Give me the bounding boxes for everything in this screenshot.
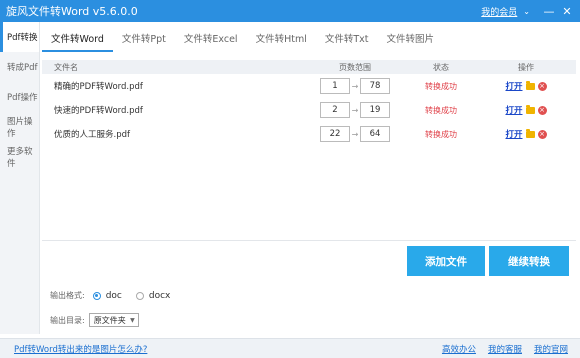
radio-docx-label[interactable]: docx bbox=[149, 291, 171, 301]
tab-bar: 文件转Word 文件转Ppt 文件转Excel 文件转Html 文件转Txt 文… bbox=[42, 30, 576, 52]
open-link[interactable]: 打开 bbox=[505, 80, 522, 92]
arrow-right-icon: → bbox=[351, 129, 359, 139]
radio-doc[interactable] bbox=[92, 291, 101, 300]
page-from-input[interactable]: 22 bbox=[320, 126, 350, 142]
status-text: 转换成功 bbox=[425, 105, 457, 115]
continue-convert-button[interactable]: 继续转换 bbox=[489, 246, 569, 276]
sidebar-item-image-ops[interactable]: 图片操作 bbox=[0, 112, 39, 142]
caret-down-icon: ▼ bbox=[130, 316, 135, 324]
title-bar: 旋风文件转Word v5.6.0.0 我的会员 ⌄ — ✕ bbox=[0, 0, 580, 22]
add-file-button[interactable]: 添加文件 bbox=[407, 246, 485, 276]
delete-icon[interactable]: × bbox=[537, 105, 547, 115]
delete-icon[interactable]: × bbox=[537, 129, 547, 139]
sidebar-item-pdf-ops[interactable]: Pdf操作 bbox=[0, 82, 39, 112]
page-range: 22 → 64 bbox=[304, 126, 406, 142]
row-actions: 打开 × bbox=[476, 128, 576, 140]
efficient-office-link[interactable]: 高效办公 bbox=[442, 343, 476, 355]
chevron-down-icon[interactable]: ⌄ bbox=[523, 7, 530, 16]
minimize-button[interactable]: — bbox=[540, 5, 558, 18]
open-link[interactable]: 打开 bbox=[505, 104, 522, 116]
row-actions: 打开 × bbox=[476, 80, 576, 92]
tab-to-image[interactable]: 文件转图片 bbox=[378, 30, 444, 52]
tab-to-word[interactable]: 文件转Word bbox=[42, 30, 113, 52]
open-link[interactable]: 打开 bbox=[505, 128, 522, 140]
page-to-input[interactable]: 64 bbox=[360, 126, 390, 142]
tab-to-txt[interactable]: 文件转Txt bbox=[316, 30, 378, 52]
page-to-input[interactable]: 78 bbox=[360, 78, 390, 94]
customer-service-link[interactable]: 我的客服 bbox=[488, 343, 522, 355]
radio-docx[interactable] bbox=[135, 291, 144, 300]
sidebar-item-to-pdf[interactable]: 转成Pdf bbox=[0, 52, 39, 82]
status-text: 转换成功 bbox=[425, 129, 457, 139]
file-table: 文件名 页数范围 状态 操作 精确的PDF转Word.pdf 1 → 78 转换… bbox=[42, 60, 576, 146]
output-dir-select[interactable]: 原文件夹 ▼ bbox=[88, 313, 139, 327]
tab-to-excel[interactable]: 文件转Excel bbox=[175, 30, 247, 52]
table-row: 精确的PDF转Word.pdf 1 → 78 转换成功 打开 × bbox=[42, 74, 576, 98]
folder-icon[interactable] bbox=[525, 128, 535, 138]
arrow-right-icon: → bbox=[351, 105, 359, 115]
app-title: 旋风文件转Word v5.6.0.0 bbox=[6, 5, 138, 18]
output-format-label: 输出格式: bbox=[50, 291, 85, 300]
output-dir-value: 原文件夹 bbox=[93, 315, 126, 325]
page-from-input[interactable]: 2 bbox=[320, 102, 350, 118]
sidebar: Pdf转换 转成Pdf Pdf操作 图片操作 更多软件 bbox=[0, 22, 40, 334]
page-from-input[interactable]: 1 bbox=[320, 78, 350, 94]
footer: Pdf转Word转出来的是图片怎么办? 高效办公 我的客服 我的官网 bbox=[0, 338, 580, 358]
page-range: 1 → 78 bbox=[304, 78, 406, 94]
folder-icon[interactable] bbox=[525, 80, 535, 90]
table-row: 优质的人工服务.pdf 22 → 64 转换成功 打开 × bbox=[42, 122, 576, 146]
close-button[interactable]: ✕ bbox=[558, 5, 576, 18]
header-filename: 文件名 bbox=[54, 62, 78, 72]
output-dir-label: 输出目录: bbox=[50, 315, 85, 325]
folder-icon[interactable] bbox=[525, 104, 535, 114]
file-name: 精确的PDF转Word.pdf bbox=[54, 82, 143, 92]
output-format: 输出格式: doc docx bbox=[50, 290, 176, 301]
status-text: 转换成功 bbox=[425, 81, 457, 91]
file-name: 优质的人工服务.pdf bbox=[54, 130, 130, 140]
page-range: 2 → 19 bbox=[304, 102, 406, 118]
tab-to-html[interactable]: 文件转Html bbox=[247, 30, 316, 52]
sidebar-item-pdf-convert[interactable]: Pdf转换 bbox=[0, 22, 39, 52]
tab-to-ppt[interactable]: 文件转Ppt bbox=[113, 30, 175, 52]
help-question-link[interactable]: Pdf转Word转出来的是图片怎么办? bbox=[14, 343, 442, 355]
table-header: 文件名 页数范围 状态 操作 bbox=[42, 60, 576, 74]
delete-icon[interactable]: × bbox=[537, 81, 547, 91]
header-status: 状态 bbox=[433, 62, 449, 72]
my-member-link[interactable]: 我的会员 bbox=[481, 5, 517, 18]
official-site-link[interactable]: 我的官网 bbox=[534, 343, 568, 355]
arrow-right-icon: → bbox=[351, 81, 359, 91]
header-page-range: 页数范围 bbox=[339, 62, 371, 72]
table-row: 快速的PDF转Word.pdf 2 → 19 转换成功 打开 × bbox=[42, 98, 576, 122]
page-to-input[interactable]: 19 bbox=[360, 102, 390, 118]
radio-doc-label[interactable]: doc bbox=[106, 291, 122, 301]
header-action: 操作 bbox=[518, 62, 534, 72]
file-name: 快速的PDF转Word.pdf bbox=[54, 106, 143, 116]
row-actions: 打开 × bbox=[476, 104, 576, 116]
divider bbox=[42, 240, 576, 241]
output-directory: 输出目录: 原文件夹 ▼ bbox=[50, 313, 139, 327]
sidebar-item-more-software[interactable]: 更多软件 bbox=[0, 142, 39, 172]
